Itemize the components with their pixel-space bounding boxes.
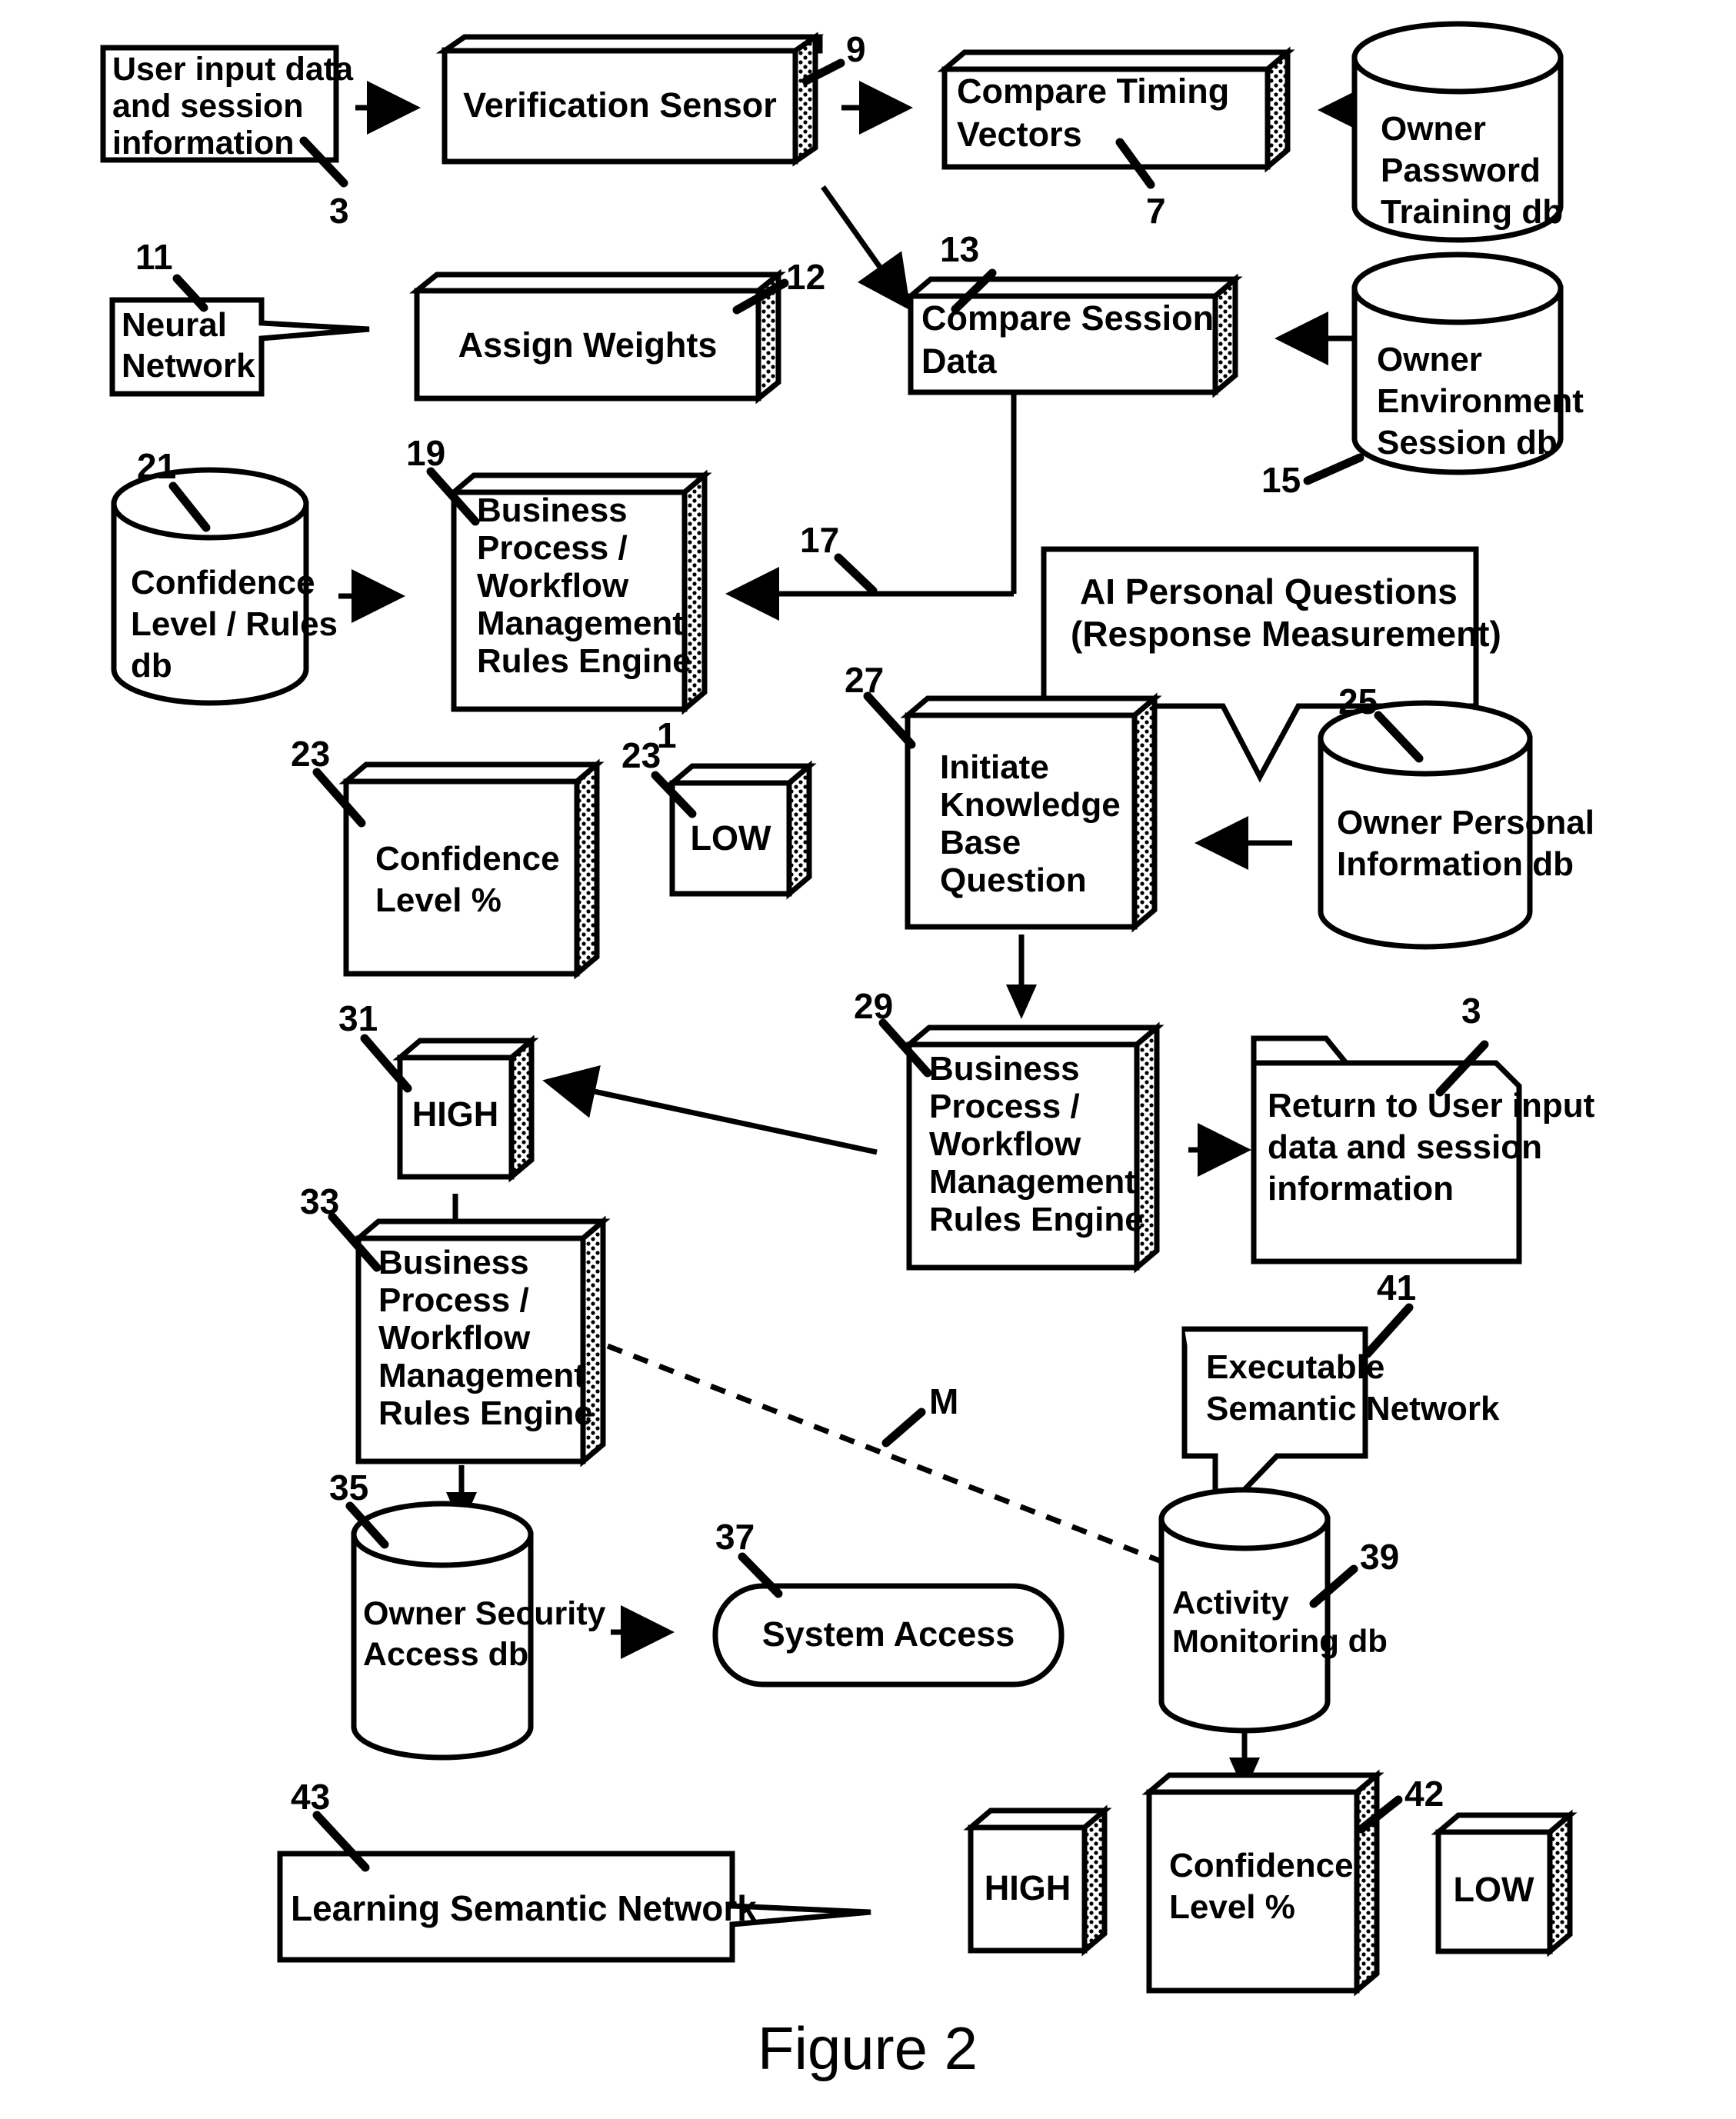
ref-number-M: M	[929, 1381, 958, 1421]
node-label: Session db	[1377, 424, 1558, 461]
ref-number-15: 15	[1261, 460, 1301, 500]
node-label: LOW	[691, 818, 771, 858]
node-label: Information db	[1337, 845, 1574, 883]
node-label: Monitoring db	[1172, 1623, 1388, 1659]
node-label: Base	[940, 824, 1021, 861]
node-label: Rules Engine	[929, 1201, 1144, 1238]
node-label: Management	[929, 1163, 1136, 1201]
node-label: Learning Semantic Network	[291, 1888, 757, 1928]
ref-number-12: 12	[786, 257, 825, 297]
node-label: Management	[378, 1357, 585, 1394]
node-label: Owner	[1377, 341, 1482, 378]
node-label: Confidence	[375, 840, 560, 878]
node-label: and session	[112, 88, 304, 125]
node-label: AI Personal Questions	[1080, 571, 1458, 611]
node-label: Workflow	[929, 1125, 1081, 1163]
ref-number-43: 43	[291, 1777, 330, 1817]
node-label: Workflow	[378, 1319, 531, 1357]
node-label: LOW	[1454, 1870, 1534, 1909]
node-label: db	[131, 647, 172, 685]
node-owner-password-training-db: Owner Password Training db	[1351, 21, 1564, 243]
node-label: information	[1268, 1170, 1454, 1208]
ref-number-35: 35	[329, 1468, 368, 1508]
node-label: Business	[378, 1244, 529, 1281]
node-label: Compare Timing	[957, 72, 1229, 111]
node-label: Password	[1381, 152, 1541, 189]
node-low-bottom: LOW	[1431, 1809, 1578, 1957]
node-label: Data	[921, 342, 998, 381]
node-label: Neural	[122, 306, 227, 344]
node-label: Question	[940, 861, 1087, 899]
node-label: Rules Engine	[378, 1394, 593, 1432]
ref-number-25: 25	[1338, 681, 1378, 721]
ref-number-42: 42	[1404, 1774, 1444, 1814]
node-label: Process /	[378, 1281, 529, 1319]
node-assign-weights: Assign Weights 12	[409, 257, 825, 405]
node-label: Business	[477, 491, 628, 529]
node-label: Owner	[1381, 110, 1486, 148]
node-label: Assign Weights	[458, 325, 718, 365]
node-label: Environment	[1377, 382, 1584, 420]
ref-number-23-superscript: 1	[657, 715, 677, 755]
node-label: Process /	[477, 529, 628, 567]
ref-number-37: 37	[715, 1517, 755, 1557]
node-label: data and session	[1268, 1128, 1542, 1166]
ref-number-9: 9	[846, 29, 866, 69]
node-label: Training db	[1381, 193, 1563, 231]
ref-number-23-1: 23	[621, 735, 661, 775]
ref-number-31: 31	[338, 998, 378, 1038]
ref-number-3: 3	[329, 191, 349, 231]
figure-caption: Figure 2	[758, 2014, 978, 2082]
node-label: Level %	[375, 881, 501, 919]
ref-number-39: 39	[1360, 1537, 1399, 1577]
ref-number-17: 17	[800, 520, 839, 560]
node-label: Knowledge	[940, 786, 1121, 824]
patent-figure-2: User input data and session information …	[0, 0, 1736, 2119]
node-label: Owner Personal	[1337, 804, 1594, 841]
ref-number-29: 29	[854, 986, 893, 1026]
node-high-bottom: HIGH	[963, 1804, 1112, 1957]
node-label: Business	[929, 1050, 1080, 1088]
ref-number-21: 21	[137, 446, 176, 486]
ref-number-19: 19	[406, 433, 445, 473]
node-label: Network	[122, 347, 255, 385]
node-label: Access db	[363, 1636, 528, 1673]
node-label: Rules Engine	[477, 642, 691, 680]
node-label: User input data	[112, 51, 354, 88]
node-label: Process /	[929, 1088, 1080, 1125]
ref-number-11: 11	[135, 237, 173, 277]
node-label: Level / Rules	[131, 605, 338, 643]
node-label: Workflow	[477, 567, 629, 605]
node-label: information	[112, 125, 294, 162]
node-label: Owner Security	[363, 1595, 606, 1632]
node-label: Verification Sensor	[463, 85, 777, 125]
node-label: Return to User input	[1268, 1087, 1595, 1124]
node-label: Vectors	[957, 115, 1082, 154]
node-label: HIGH	[412, 1094, 499, 1134]
ref-number-27: 27	[845, 660, 884, 700]
ref-number-23: 23	[291, 734, 330, 774]
node-label: System Access	[762, 1614, 1015, 1654]
ref-number-3-return: 3	[1461, 991, 1481, 1031]
ref-number-13: 13	[940, 229, 979, 269]
node-label: Level %	[1169, 1888, 1295, 1926]
node-label: (Response Measurement)	[1071, 614, 1501, 654]
ref-number-41: 41	[1377, 1268, 1416, 1308]
node-label: Activity	[1172, 1584, 1289, 1621]
node-label: Confidence	[1169, 1847, 1354, 1884]
node-label: Confidence	[131, 564, 315, 601]
node-label: HIGH	[985, 1868, 1071, 1907]
ref-number-7: 7	[1146, 191, 1166, 231]
node-label: Semantic Network	[1206, 1390, 1500, 1428]
ref-number-33: 33	[300, 1181, 339, 1221]
node-label: Management	[477, 605, 684, 642]
node-label: Initiate	[940, 748, 1049, 786]
node-label: Executable	[1206, 1348, 1384, 1386]
node-verification-sensor: Verification Sensor 9	[435, 29, 866, 167]
